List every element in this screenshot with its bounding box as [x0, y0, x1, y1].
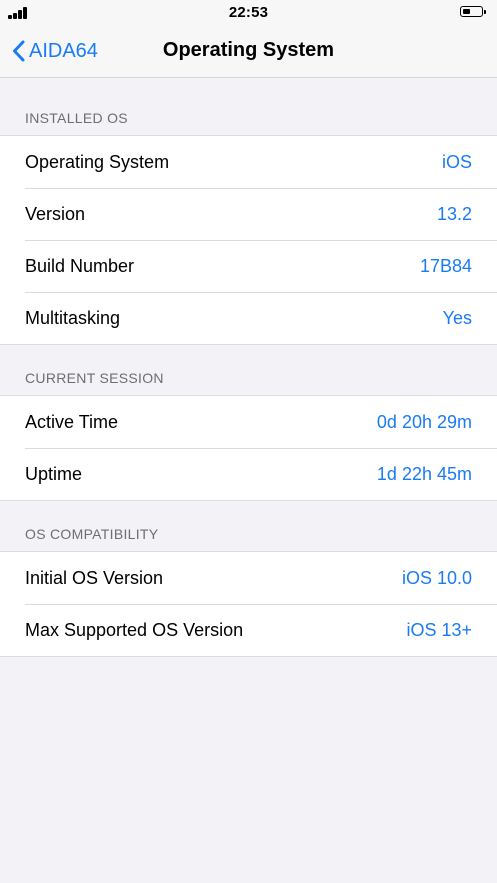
section-installed-os: Operating System iOS Version 13.2 Build … — [0, 135, 497, 345]
section-header-current-session: CURRENT SESSION — [25, 370, 164, 386]
section-header-installed-os: INSTALLED OS — [25, 110, 128, 126]
row-label: Max Supported OS Version — [25, 619, 244, 640]
row-value: 17B84 — [419, 255, 472, 276]
row-label: Uptime — [25, 463, 83, 484]
row-build-number[interactable]: Build Number 17B84 — [0, 240, 497, 292]
row-label: Multitasking — [25, 307, 121, 328]
battery-icon — [460, 6, 486, 17]
settings-list: INSTALLED OS Operating System iOS Versio… — [0, 78, 497, 657]
row-operating-system[interactable]: Operating System iOS — [0, 136, 497, 188]
row-value: 0d 20h 29m — [376, 411, 472, 432]
row-value: 13.2 — [436, 203, 472, 224]
section-current-session: Active Time 0d 20h 29m Uptime 1d 22h 45m — [0, 395, 497, 501]
row-value: 1d 22h 45m — [376, 463, 472, 484]
section-os-compatibility: Initial OS Version iOS 10.0 Max Supporte… — [0, 551, 497, 657]
row-label: Active Time — [25, 411, 119, 432]
row-value: iOS 13+ — [406, 619, 472, 640]
section-header-os-compatibility: OS COMPATIBILITY — [25, 526, 159, 542]
row-version[interactable]: Version 13.2 — [0, 188, 497, 240]
row-label: Version — [25, 203, 86, 224]
status-bar: 22:53 — [0, 0, 497, 26]
row-label: Build Number — [25, 255, 135, 276]
row-active-time[interactable]: Active Time 0d 20h 29m — [0, 396, 497, 448]
row-max-supported-os-version[interactable]: Max Supported OS Version iOS 13+ — [0, 604, 497, 656]
row-multitasking[interactable]: Multitasking Yes — [0, 292, 497, 344]
row-label: Operating System — [25, 151, 170, 172]
row-value: iOS — [441, 151, 472, 172]
row-label: Initial OS Version — [25, 567, 164, 588]
row-value: Yes — [442, 307, 472, 328]
navigation-bar: AIDA64 Operating System — [0, 26, 497, 78]
row-initial-os-version[interactable]: Initial OS Version iOS 10.0 — [0, 552, 497, 604]
row-uptime[interactable]: Uptime 1d 22h 45m — [0, 448, 497, 500]
row-value: iOS 10.0 — [401, 567, 472, 588]
page-title: Operating System — [162, 39, 335, 61]
status-time: 22:53 — [228, 4, 269, 21]
